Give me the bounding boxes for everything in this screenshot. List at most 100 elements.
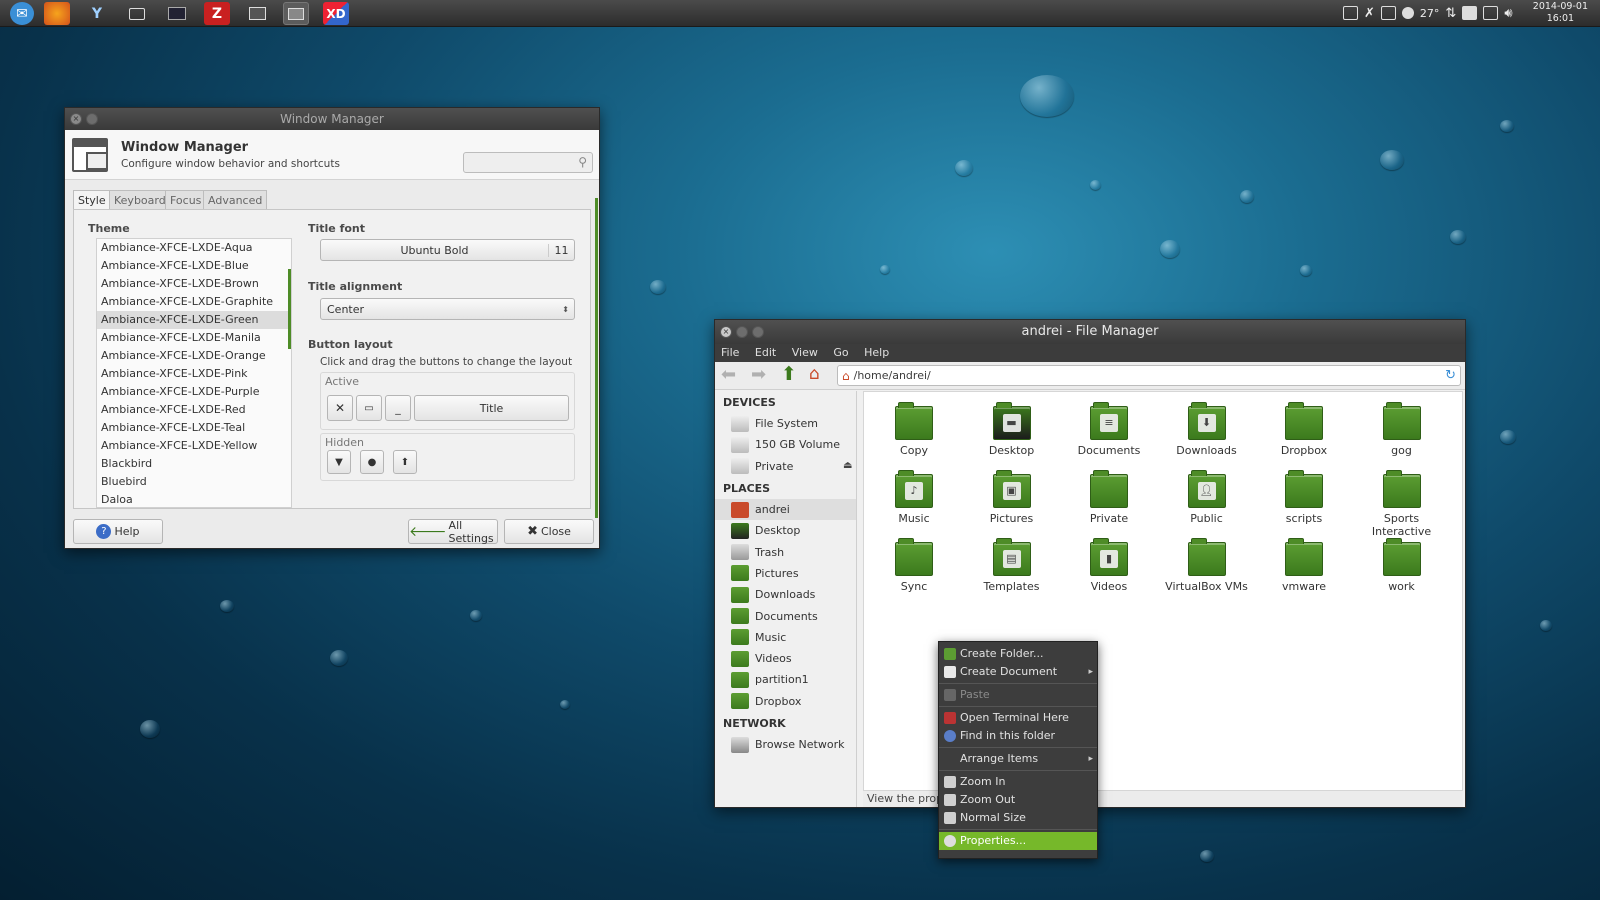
title-layout-button[interactable]: Title	[414, 395, 569, 421]
theme-list-item[interactable]: Ambiance-XFCE-LXDE-Red	[97, 401, 291, 419]
menu-normal-size[interactable]: Normal Size	[939, 809, 1097, 827]
tab-advanced[interactable]: Advanced	[203, 190, 268, 210]
menu-icon[interactable]: ▼	[327, 450, 351, 474]
home-icon[interactable]: ⌂	[809, 364, 820, 384]
sidebar-item[interactable]: Browse Network	[715, 734, 856, 755]
sidebar-item[interactable]: Private	[715, 456, 856, 477]
title-font-button[interactable]: Ubuntu Bold 11	[320, 239, 575, 261]
filezilla-icon[interactable]: Z	[204, 2, 230, 25]
folder-item[interactable]: Sync	[866, 538, 962, 593]
folder-item[interactable]: work	[1354, 538, 1450, 593]
path-bar[interactable]: ⌂ /home/andrei/ ↻	[837, 365, 1461, 386]
folder-item[interactable]: Dropbox	[1256, 402, 1352, 457]
theme-list-scrollbar[interactable]	[288, 269, 291, 349]
theme-list-item[interactable]: Ambiance-XFCE-LXDE-Orange	[97, 347, 291, 365]
sidebar-item[interactable]: Pictures	[715, 563, 856, 584]
menu-arrange-items[interactable]: Arrange Items ▸	[939, 750, 1097, 768]
menu-paste[interactable]: Paste	[939, 686, 1097, 704]
theme-list-item[interactable]: Ambiance-XFCE-LXDE-Brown	[97, 275, 291, 293]
menu-file[interactable]: File	[721, 346, 739, 359]
folder-item[interactable]: ▮ Videos	[1061, 538, 1157, 593]
sidebar-item[interactable]: Documents	[715, 605, 856, 626]
sidebar-item[interactable]: 150 GB Volume	[715, 434, 856, 455]
theme-list-item[interactable]: Ambiance-XFCE-LXDE-Manila	[97, 329, 291, 347]
menu-zoom-out[interactable]: Zoom Out	[939, 791, 1097, 809]
menu-go[interactable]: Go	[833, 346, 848, 359]
theme-list-item[interactable]: Ambiance-XFCE-LXDE-Purple	[97, 383, 291, 401]
title-alignment-select[interactable]: Center ⬍	[320, 298, 575, 320]
minimize-icon[interactable]: _	[385, 395, 411, 421]
folder-item[interactable]: scripts	[1256, 470, 1352, 525]
folder-item[interactable]: Sports Interactive	[1354, 470, 1450, 538]
eject-icon[interactable]: ⏏	[843, 460, 852, 471]
menu-view[interactable]: View	[792, 346, 818, 359]
tab-focus[interactable]: Focus	[165, 190, 207, 210]
sidebar-item[interactable]: Music	[715, 627, 856, 648]
folder-item[interactable]: ♪ Music	[866, 470, 962, 525]
theme-list-item[interactable]: Ambiance-XFCE-LXDE-Green	[97, 311, 291, 329]
maximize-icon[interactable]	[752, 326, 764, 338]
sidebar-item[interactable]: Desktop	[715, 520, 856, 541]
folder-item[interactable]: ⬇ Downloads	[1159, 402, 1255, 457]
minimize-icon[interactable]	[736, 326, 748, 338]
folder-item[interactable]: ▬ Desktop	[964, 402, 1060, 457]
maximize-icon[interactable]	[86, 113, 98, 125]
thunderbird-icon[interactable]: ✉	[10, 2, 34, 25]
wm-titlebar[interactable]: × Window Manager	[65, 108, 599, 130]
sidebar-item[interactable]: Videos	[715, 648, 856, 669]
calendar-icon[interactable]	[1343, 6, 1358, 20]
shade-icon[interactable]: ⬆	[393, 450, 417, 474]
back-icon[interactable]: ⬅	[721, 364, 736, 385]
file-manager-icon[interactable]	[283, 2, 309, 25]
weather-icon[interactable]	[1401, 7, 1414, 19]
folder-item[interactable]: vmware	[1256, 538, 1352, 593]
theme-list-item[interactable]: Blackbird	[97, 455, 291, 473]
folder-item[interactable]: Copy	[866, 402, 962, 457]
theme-list-item[interactable]: Ambiance-XFCE-LXDE-Blue	[97, 257, 291, 275]
theme-list-item[interactable]: Ambiance-XFCE-LXDE-Teal	[97, 419, 291, 437]
theme-list-item[interactable]: Ambiance-XFCE-LXDE-Aqua	[97, 239, 291, 257]
close-icon[interactable]: ✕	[327, 395, 353, 421]
sidebar-item[interactable]: Trash	[715, 541, 856, 562]
folder-item[interactable]: VirtualBox VMs	[1159, 538, 1255, 593]
folder-item[interactable]: ▤ Templates	[964, 538, 1060, 593]
stick-icon[interactable]: ●	[360, 450, 384, 474]
close-button[interactable]: ✖ Close	[504, 519, 594, 544]
theme-list-item[interactable]: Ambiance-XFCE-LXDE-Yellow	[97, 437, 291, 455]
sidebar-item[interactable]: partition1	[715, 669, 856, 690]
tab-style[interactable]: Style	[73, 190, 111, 210]
folder-item[interactable]: 👤︎ Public	[1159, 470, 1255, 525]
menu-zoom-in[interactable]: Zoom In	[939, 773, 1097, 791]
theme-list-item[interactable]: Ambiance-XFCE-LXDE-Pink	[97, 365, 291, 383]
folder-item[interactable]: gog	[1354, 402, 1450, 457]
files-icon[interactable]	[124, 2, 150, 25]
menu-find-in-folder[interactable]: Find in this folder	[939, 727, 1097, 745]
folder-item[interactable]: Private	[1061, 470, 1157, 525]
menu-create-folder[interactable]: Create Folder...	[939, 645, 1097, 663]
theme-list-item[interactable]: Daloa	[97, 491, 291, 507]
yakuake-icon[interactable]: Y	[84, 2, 110, 25]
sidebar-item[interactable]: Dropbox	[715, 691, 856, 712]
theme-list-item[interactable]: Bluebird	[97, 473, 291, 491]
forward-icon[interactable]: ➡	[751, 364, 766, 385]
firefox-icon[interactable]	[44, 2, 70, 25]
menu-edit[interactable]: Edit	[755, 346, 776, 359]
volume-icon[interactable]: 🔊︎	[1504, 6, 1512, 21]
checkbox-icon[interactable]	[1462, 6, 1478, 20]
tab-keyboard[interactable]: Keyboard	[109, 190, 171, 210]
system-monitor-icon[interactable]	[164, 2, 190, 25]
sidebar-item[interactable]: File System	[715, 413, 856, 434]
settings-search-input[interactable]: ⚲	[463, 152, 593, 173]
menu-help[interactable]: Help	[864, 346, 889, 359]
xd-icon[interactable]: XD	[323, 2, 349, 25]
sidebar-item[interactable]: Downloads	[715, 584, 856, 605]
close-icon[interactable]: ×	[720, 326, 732, 338]
drive-icon[interactable]	[1380, 6, 1396, 20]
up-icon[interactable]: ⬆	[781, 363, 797, 385]
menu-open-terminal[interactable]: Open Terminal Here	[939, 709, 1097, 727]
menu-properties[interactable]: Properties...	[939, 832, 1097, 850]
window-manager-icon[interactable]	[244, 2, 270, 25]
maximize-icon[interactable]: ▭	[356, 395, 382, 421]
theme-list[interactable]: Ambiance-XFCE-LXDE-Aqua Ambiance-XFCE-LXD…	[96, 238, 292, 508]
folder-item[interactable]: ≡ Documents	[1061, 402, 1157, 457]
